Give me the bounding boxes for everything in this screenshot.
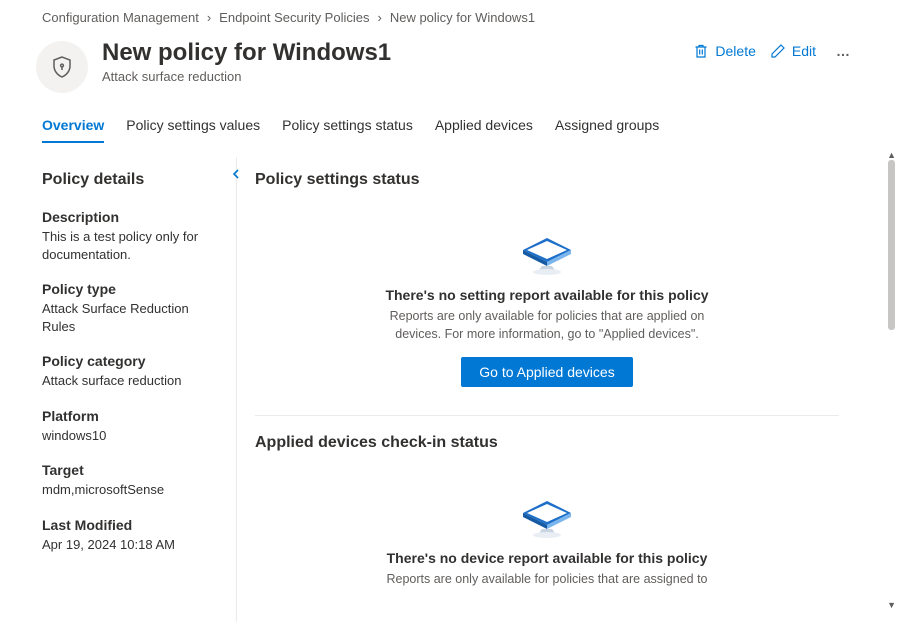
tab-overview[interactable]: Overview bbox=[42, 117, 104, 143]
settings-empty-desc: Reports are only available for policies … bbox=[377, 308, 717, 343]
edit-label: Edit bbox=[792, 43, 816, 59]
scroll-up-arrow[interactable]: ▲ bbox=[887, 150, 896, 160]
section-divider bbox=[255, 415, 839, 416]
page-subtitle: Attack surface reduction bbox=[102, 69, 679, 84]
last-modified-value: Apr 19, 2024 10:18 AM bbox=[42, 536, 216, 554]
more-actions-button[interactable]: … bbox=[830, 43, 857, 59]
delete-label: Delete bbox=[715, 43, 755, 59]
policy-category-label: Policy category bbox=[42, 353, 216, 369]
tab-applied-devices[interactable]: Applied devices bbox=[435, 117, 533, 143]
platform-label: Platform bbox=[42, 408, 216, 424]
page-title: New policy for Windows1 bbox=[102, 39, 679, 67]
target-value: mdm,microsoftSense bbox=[42, 481, 216, 499]
platform-value: windows10 bbox=[42, 427, 216, 445]
description-value: This is a test policy only for documenta… bbox=[42, 228, 216, 263]
breadcrumb-endpoint-policies[interactable]: Endpoint Security Policies bbox=[219, 10, 369, 25]
checkin-empty-desc: Reports are only available for policies … bbox=[377, 571, 717, 589]
scroll-thumb[interactable] bbox=[888, 160, 895, 330]
go-to-applied-devices-button[interactable]: Go to Applied devices bbox=[461, 357, 632, 387]
last-modified-label: Last Modified bbox=[42, 517, 216, 533]
tab-bar: Overview Policy settings values Policy s… bbox=[0, 93, 899, 143]
settings-status-heading: Policy settings status bbox=[255, 171, 839, 189]
breadcrumb-current: New policy for Windows1 bbox=[390, 10, 535, 25]
policy-type-label: Policy type bbox=[42, 281, 216, 297]
settings-status-empty-state: There's no setting report available for … bbox=[377, 225, 717, 387]
policy-category-value: Attack surface reduction bbox=[42, 372, 216, 390]
policy-type-value: Attack Surface Reduction Rules bbox=[42, 300, 216, 335]
tab-settings-status[interactable]: Policy settings status bbox=[282, 117, 413, 143]
breadcrumb: Configuration Management › Endpoint Secu… bbox=[0, 0, 899, 25]
monitor-icon bbox=[515, 225, 579, 277]
checkin-status-heading: Applied devices check-in status bbox=[255, 434, 839, 452]
edit-button[interactable]: Edit bbox=[770, 43, 816, 59]
scrollbar[interactable] bbox=[888, 160, 895, 600]
target-label: Target bbox=[42, 462, 216, 478]
page-header: New policy for Windows1 Attack surface r… bbox=[0, 25, 899, 93]
breadcrumb-config-mgmt[interactable]: Configuration Management bbox=[42, 10, 199, 25]
policy-shield-icon bbox=[36, 41, 88, 93]
delete-button[interactable]: Delete bbox=[693, 43, 755, 59]
scroll-down-arrow[interactable]: ▼ bbox=[887, 600, 896, 610]
tab-settings-values[interactable]: Policy settings values bbox=[126, 117, 260, 143]
checkin-status-empty-state: There's no device report available for t… bbox=[377, 488, 717, 589]
main-content: Policy settings status There's no settin… bbox=[237, 157, 899, 622]
tab-assigned-groups[interactable]: Assigned groups bbox=[555, 117, 659, 143]
chevron-right-icon: › bbox=[207, 10, 211, 25]
checkin-empty-title: There's no device report available for t… bbox=[377, 550, 717, 566]
panel-title: Policy details bbox=[42, 171, 216, 189]
settings-empty-title: There's no setting report available for … bbox=[377, 287, 717, 303]
monitor-icon bbox=[515, 488, 579, 540]
policy-details-panel: Policy details Description This is a tes… bbox=[0, 157, 236, 622]
chevron-right-icon: › bbox=[377, 10, 381, 25]
description-label: Description bbox=[42, 209, 216, 225]
